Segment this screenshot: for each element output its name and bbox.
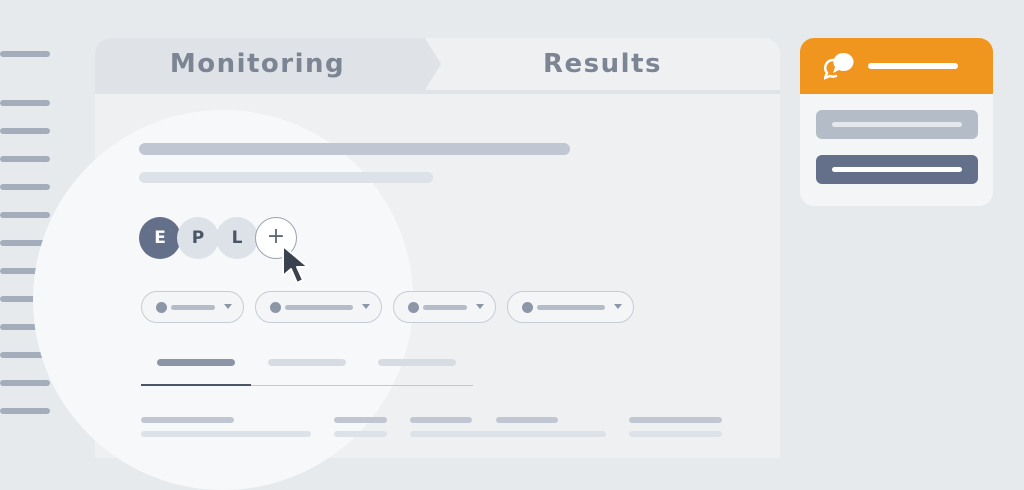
placeholder-line [0,380,50,386]
subtab-1[interactable] [157,359,235,366]
table-row-placeholder [410,431,606,437]
filter-dropdown-1[interactable] [141,291,244,323]
subtab-2[interactable] [268,359,346,366]
button-label-placeholder [832,122,962,127]
table-header-placeholder [410,417,472,423]
caret-down-icon [614,304,622,309]
mouse-pointer-icon [282,245,309,284]
filter-dropdown-2[interactable] [255,291,382,323]
chat-title-placeholder [868,63,958,69]
chat-header [800,38,993,94]
tab-results[interactable]: Results [435,38,770,90]
tab-divider [95,90,780,94]
avatar-p[interactable]: P [177,217,219,259]
placeholder-line [0,184,50,190]
table-header-placeholder [629,417,722,423]
placeholder-line [0,408,50,414]
filter-dot-icon [156,302,167,313]
placeholder-line [0,51,50,57]
filter-label-placeholder [171,305,215,310]
caret-down-icon [476,304,484,309]
table-row-placeholder [629,431,722,437]
subtitle-placeholder [139,172,433,183]
table-row-placeholder [141,431,311,437]
placeholder-line [0,156,50,162]
tab-monitoring[interactable]: Monitoring [95,38,420,90]
filter-dot-icon [408,302,419,313]
secondary-button[interactable] [816,110,978,139]
table-row-placeholder [334,431,387,437]
primary-button[interactable] [816,155,978,184]
avatar-e[interactable]: E [139,217,181,259]
table-header-placeholder [496,417,558,423]
chat-widget [800,38,993,206]
chat-bubble-icon [824,52,854,80]
filter-label-placeholder [285,305,353,310]
filter-label-placeholder [537,305,605,310]
filter-dropdown-3[interactable] [393,291,496,323]
placeholder-line [0,128,50,134]
table-header-placeholder [141,417,234,423]
placeholder-line [0,100,50,106]
filter-label-placeholder [423,305,467,310]
placeholder-line [0,212,50,218]
avatar-l[interactable]: L [216,217,258,259]
button-label-placeholder [832,167,962,172]
tab-bar: Monitoring Results [95,38,780,94]
caret-down-icon [224,304,232,309]
filter-dot-icon [522,302,533,313]
subtab-active-indicator [141,384,251,386]
caret-down-icon [362,304,370,309]
table-header-placeholder [334,417,387,423]
title-placeholder [139,143,570,155]
subtab-3[interactable] [378,359,456,366]
filter-dropdown-4[interactable] [507,291,634,323]
filter-dot-icon [270,302,281,313]
